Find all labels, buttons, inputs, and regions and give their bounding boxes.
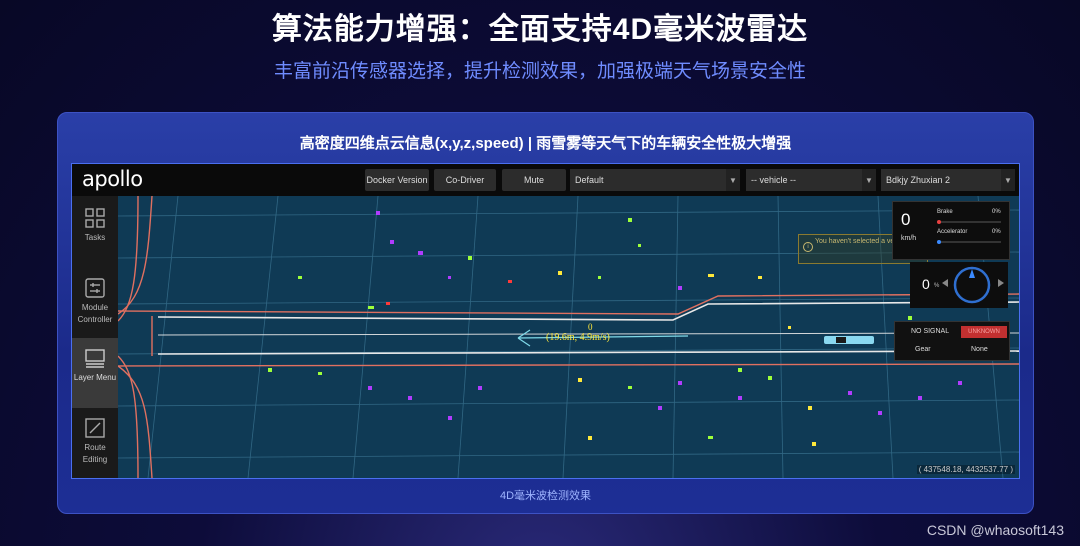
brake-bar	[937, 220, 1001, 224]
sidebar-item-route-editing[interactable]: Route Editing	[72, 408, 118, 478]
sidebar-item-label: Tasks	[84, 233, 106, 242]
chevron-down-icon: ▼	[726, 169, 740, 191]
gear-label: Gear	[915, 346, 931, 353]
gear-value: None	[971, 346, 988, 353]
chevron-left-icon	[942, 279, 948, 287]
steering-panel: 0 %	[910, 262, 1008, 308]
sidebar-item-label: Module Controller	[77, 303, 113, 324]
apollo-app-window: apollo Docker Version Co-Driver Mute Def…	[71, 163, 1020, 479]
speed-value: 0	[901, 210, 911, 229]
route-editing-icon	[85, 418, 105, 438]
driving-status: UNKNOWN	[961, 326, 1007, 338]
module-controller-icon	[85, 278, 105, 298]
signal-gear-panel: NO SIGNAL UNKNOWN Gear None	[894, 321, 1010, 361]
obstacle-label-speed: (19.6m, 4.9m/s)	[546, 332, 610, 343]
top-toolbar: apollo Docker Version Co-Driver Mute Def…	[72, 164, 1019, 196]
layer-menu-icon	[85, 348, 105, 368]
steering-unit: %	[934, 283, 940, 289]
docker-version-button[interactable]: Docker Version	[365, 169, 429, 191]
slide-title: 算法能力增强：全面支持4D毫米波雷达	[271, 13, 809, 46]
vehicle-select[interactable]: -- vehicle -- ▼	[746, 169, 876, 191]
obstacle-label-id: 0	[588, 322, 593, 332]
sidebar: Tasks Module Controller Layer Menu Route…	[72, 196, 118, 478]
chevron-right-icon	[998, 279, 1004, 287]
accelerator-label: Accelerator	[937, 229, 968, 235]
accelerator-bar	[937, 240, 1001, 244]
card-caption: 4D毫米波检测效果	[499, 490, 592, 502]
dashboard-panel: 0 km/h Brake 0% Accelerator 0%	[892, 201, 1010, 260]
map-select[interactable]: Bdkjy Zhuxian 2 ▼	[881, 169, 1015, 191]
co-driver-button[interactable]: Co-Driver	[434, 169, 496, 191]
info-icon: i	[803, 242, 813, 252]
sidebar-item-layer-menu[interactable]: Layer Menu	[72, 338, 118, 408]
chevron-down-icon: ▼	[1001, 169, 1015, 191]
brake-label: Brake	[937, 209, 953, 215]
steering-value: 0	[922, 276, 930, 292]
sidebar-item-label: Layer Menu	[73, 373, 117, 382]
vehicle-select-value: -- vehicle --	[751, 175, 797, 185]
sidebar-item-label: Route Editing	[82, 443, 108, 464]
signal-status: NO SIGNAL	[911, 328, 950, 335]
brake-value: 0%	[992, 209, 1001, 215]
accelerator-value: 0%	[992, 229, 1001, 235]
sidebar-item-tasks[interactable]: Tasks	[72, 198, 118, 268]
map-coordinates: ( 437548.18, 4432537.77 )	[916, 465, 1015, 474]
ego-vehicle	[824, 336, 874, 344]
chevron-down-icon: ▼	[862, 169, 876, 191]
map-view[interactable]: 0 (19.6m, 4.9m/s) i You haven't selected…	[118, 196, 1019, 478]
slide-subtitle: 丰富前沿传感器选择，提升检测效果，加强极端天气场景安全性	[273, 61, 806, 82]
mute-button[interactable]: Mute	[502, 169, 566, 191]
grid-icon	[85, 208, 105, 228]
sidebar-item-module-controller[interactable]: Module Controller	[72, 268, 118, 338]
apollo-logo: apollo	[82, 167, 143, 191]
steering-wheel-icon	[953, 266, 991, 304]
card-title: 高密度四维点云信息(x,y,z,speed) | 雨雪雾等天气下的车辆安全性极大…	[299, 135, 792, 152]
demo-card: 高密度四维点云信息(x,y,z,speed) | 雨雪雾等天气下的车辆安全性极大…	[57, 112, 1034, 514]
watermark: CSDN @whaosoft143	[926, 522, 1064, 538]
mode-select[interactable]: Default ▼	[570, 169, 740, 191]
mode-select-value: Default	[575, 175, 604, 185]
speed-unit: km/h	[901, 235, 917, 242]
map-select-value: Bdkjy Zhuxian 2	[886, 175, 951, 185]
